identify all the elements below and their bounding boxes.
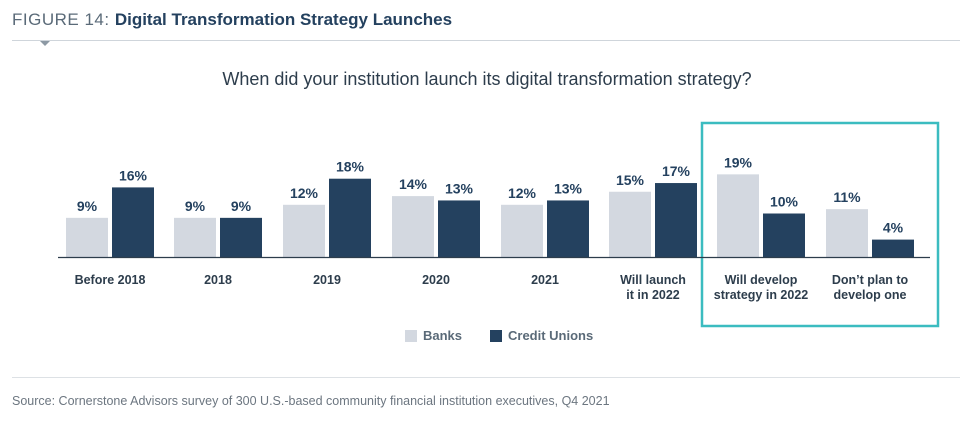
data-label: 18% xyxy=(336,159,365,175)
bar-banks xyxy=(826,209,868,257)
legend-label: Banks xyxy=(423,328,462,343)
bar-banks xyxy=(501,204,543,257)
data-label: 10% xyxy=(770,194,799,210)
data-label: 15% xyxy=(616,172,645,188)
legend-label: Credit Unions xyxy=(508,328,593,343)
x-tick-label: it in 2022 xyxy=(626,288,680,302)
bar-credit-unions xyxy=(872,239,914,257)
bar-credit-unions xyxy=(438,200,480,257)
x-tick-label: Don’t plan to xyxy=(832,273,909,287)
data-label: 4% xyxy=(883,220,904,236)
bar-banks xyxy=(174,217,216,257)
bar-banks xyxy=(609,191,651,257)
bar-credit-unions xyxy=(547,200,589,257)
data-label: 13% xyxy=(554,180,583,196)
data-label: 19% xyxy=(724,154,753,170)
bar-chart: 9% 9% 12% 14% 12% 15% 19% 11% 16% 9% 18% 13% 13% 17% 1… xyxy=(58,121,940,343)
legend-swatch xyxy=(405,330,417,342)
bar-banks xyxy=(717,174,759,257)
data-label: 12% xyxy=(508,185,537,201)
data-label: 11% xyxy=(833,189,861,205)
x-tick-label: 2019 xyxy=(313,273,341,287)
bar-banks xyxy=(392,196,434,257)
data-label: 12% xyxy=(290,185,319,201)
source-note: Source: Cornerstone Advisors survey of 3… xyxy=(12,394,610,408)
footer-divider xyxy=(12,377,960,378)
x-tick-label: Will develop xyxy=(725,273,798,287)
data-label: 14% xyxy=(399,176,428,192)
x-tick-label: develop one xyxy=(834,288,907,302)
bar-banks xyxy=(66,217,108,257)
bar-credit-unions xyxy=(329,178,371,257)
bar-credit-unions xyxy=(763,213,805,257)
x-tick-label: 2018 xyxy=(204,273,232,287)
bar-credit-unions xyxy=(112,187,154,257)
data-label: 9% xyxy=(185,198,206,214)
data-label: 9% xyxy=(231,198,252,214)
x-tick-label: strategy in 2022 xyxy=(714,288,809,302)
data-label: 17% xyxy=(662,163,691,179)
bar-credit-unions xyxy=(220,217,262,257)
bar-banks xyxy=(283,204,325,257)
x-tick-label: Will launch xyxy=(620,273,686,287)
bar-credit-unions xyxy=(655,183,697,257)
legend-swatch xyxy=(490,330,502,342)
data-label: 9% xyxy=(77,198,98,214)
data-label: 16% xyxy=(119,167,148,183)
x-tick-label: Before 2018 xyxy=(75,273,146,287)
data-label: 13% xyxy=(445,180,474,196)
x-tick-label: 2021 xyxy=(531,273,559,287)
x-tick-label: 2020 xyxy=(422,273,450,287)
